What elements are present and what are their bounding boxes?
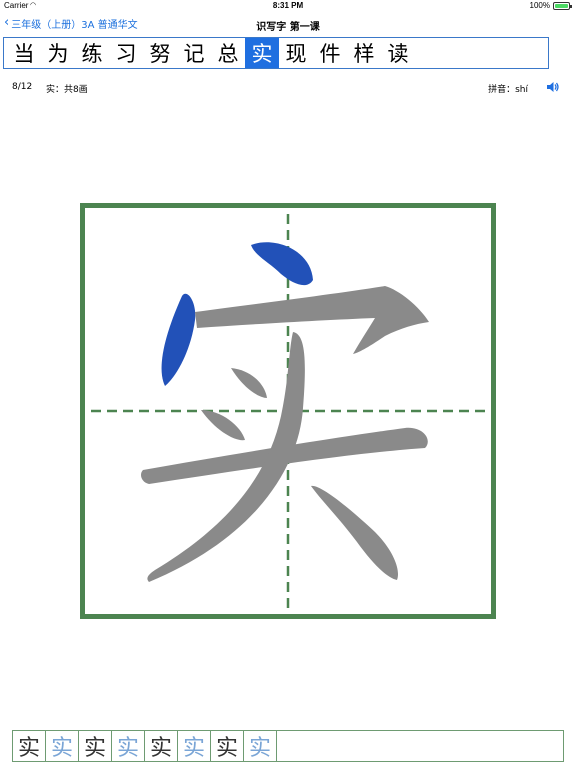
pinyin-label: 拼音：shí xyxy=(488,85,528,95)
writing-grid[interactable] xyxy=(80,203,496,619)
practice-cell[interactable]: 实 xyxy=(13,731,46,761)
practice-cell[interactable]: 实 xyxy=(112,731,145,761)
practice-cell[interactable]: 实 xyxy=(211,731,244,761)
practice-cell[interactable]: 实 xyxy=(244,731,277,761)
character-item-selected[interactable]: 实 xyxy=(245,38,279,68)
stroke-8 xyxy=(311,485,399,580)
speaker-icon[interactable] xyxy=(546,80,560,94)
practice-cell[interactable]: 实 xyxy=(178,731,211,761)
character-item[interactable]: 件 xyxy=(313,38,347,68)
character-item[interactable]: 练 xyxy=(75,38,109,68)
battery-percent: 100% xyxy=(529,1,550,10)
navigation-bar: ‹ 三年级（上册）3A 普通华文 识写字 第一课 xyxy=(0,12,576,36)
practice-strip: 实实实实实实实实 xyxy=(12,730,564,762)
battery-fill xyxy=(555,4,568,8)
character-strip: 当为练习努记总实现件样读 xyxy=(3,37,549,69)
practice-cell[interactable]: 实 xyxy=(46,731,79,761)
stroke-2 xyxy=(161,293,196,386)
stroke-4 xyxy=(231,368,267,398)
stroke-canvas[interactable] xyxy=(85,208,491,614)
info-row: 8/12 实：共8画 拼音：shí xyxy=(0,80,576,96)
character-item[interactable]: 记 xyxy=(177,38,211,68)
status-bar: Carrier ◠ 8:31 PM 100% xyxy=(0,0,576,12)
character-item[interactable]: 努 xyxy=(143,38,177,68)
practice-empty-area[interactable] xyxy=(277,731,563,761)
character-index: 8/12 xyxy=(12,82,33,92)
character-item[interactable]: 现 xyxy=(279,38,313,68)
stroke-count: 实：共8画 xyxy=(46,85,88,95)
character-item[interactable]: 为 xyxy=(41,38,75,68)
character-item[interactable]: 当 xyxy=(7,38,41,68)
character-item[interactable]: 习 xyxy=(109,38,143,68)
stroke-1 xyxy=(251,242,313,286)
character-item[interactable]: 总 xyxy=(211,38,245,68)
practice-cell[interactable]: 实 xyxy=(145,731,178,761)
stroke-3 xyxy=(195,286,429,354)
battery-icon xyxy=(553,2,572,10)
stroke-5 xyxy=(201,410,245,441)
character-item[interactable]: 样 xyxy=(347,38,381,68)
practice-cell[interactable]: 实 xyxy=(79,731,112,761)
status-time: 8:31 PM xyxy=(272,1,304,10)
character-item[interactable]: 读 xyxy=(381,38,415,68)
page-title: 识写字 第一课 xyxy=(256,22,320,33)
